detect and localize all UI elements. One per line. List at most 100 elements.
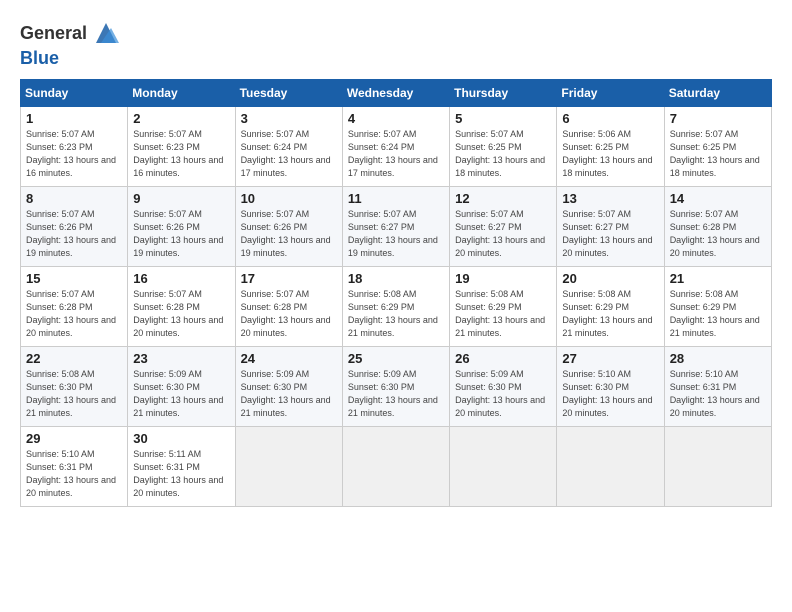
calendar-cell: 4 Sunrise: 5:07 AMSunset: 6:24 PMDaylight…: [342, 107, 449, 187]
cell-info: Sunrise: 5:07 AMSunset: 6:23 PMDaylight:…: [26, 128, 123, 180]
day-number: 18: [348, 271, 445, 286]
day-number: 19: [455, 271, 552, 286]
day-number: 17: [241, 271, 338, 286]
calendar-cell: 29Sunrise: 5:10 AMSunset: 6:31 PMDayligh…: [21, 427, 128, 507]
weekday-header-cell: Monday: [128, 80, 235, 107]
calendar-cell: 8 Sunrise: 5:07 AMSunset: 6:26 PMDaylight…: [21, 187, 128, 267]
calendar-cell: 11 Sunrise: 5:07 AMSunset: 6:27 PMDayligh…: [342, 187, 449, 267]
calendar-cell: 28 Sunrise: 5:10 AMSunset: 6:31 PMDayligh…: [664, 347, 771, 427]
calendar-cell: 17 Sunrise: 5:07 AMSunset: 6:28 PMDayligh…: [235, 267, 342, 347]
cell-info: Sunrise: 5:07 AMSunset: 6:28 PMDaylight:…: [26, 288, 123, 340]
cell-info: Sunrise: 5:09 AMSunset: 6:30 PMDaylight:…: [348, 368, 445, 420]
cell-info: Sunrise: 5:09 AMSunset: 6:30 PMDaylight:…: [455, 368, 552, 420]
calendar-cell: 15 Sunrise: 5:07 AMSunset: 6:28 PMDayligh…: [21, 267, 128, 347]
calendar-cell: 5 Sunrise: 5:07 AMSunset: 6:25 PMDaylight…: [450, 107, 557, 187]
cell-info: Sunrise: 5:07 AMSunset: 6:25 PMDaylight:…: [670, 128, 767, 180]
calendar-cell: 3 Sunrise: 5:07 AMSunset: 6:24 PMDaylight…: [235, 107, 342, 187]
weekday-header-cell: Tuesday: [235, 80, 342, 107]
calendar-cell: 1Sunrise: 5:07 AMSunset: 6:23 PMDaylight…: [21, 107, 128, 187]
cell-info: Sunrise: 5:09 AMSunset: 6:30 PMDaylight:…: [133, 368, 230, 420]
day-number: 24: [241, 351, 338, 366]
cell-info: Sunrise: 5:07 AMSunset: 6:24 PMDaylight:…: [241, 128, 338, 180]
calendar-cell: 18Sunrise: 5:08 AMSunset: 6:29 PMDayligh…: [342, 267, 449, 347]
day-number: 20: [562, 271, 659, 286]
calendar-cell: 14 Sunrise: 5:07 AMSunset: 6:28 PMDayligh…: [664, 187, 771, 267]
calendar-cell: 2Sunrise: 5:07 AMSunset: 6:23 PMDaylight…: [128, 107, 235, 187]
calendar-cell: 13Sunrise: 5:07 AMSunset: 6:27 PMDayligh…: [557, 187, 664, 267]
day-number: 5: [455, 111, 552, 126]
header: General Blue: [20, 18, 772, 69]
logo-icon: [91, 18, 121, 48]
day-number: 25: [348, 351, 445, 366]
page: General Blue SundayMondayTuesdayWednesda…: [0, 0, 792, 517]
calendar-cell: 30 Sunrise: 5:11 AMSunset: 6:31 PMDayligh…: [128, 427, 235, 507]
calendar-cell: 27 Sunrise: 5:10 AMSunset: 6:30 PMDayligh…: [557, 347, 664, 427]
day-number: 3: [241, 111, 338, 126]
weekday-header-cell: Friday: [557, 80, 664, 107]
calendar-cell: 6 Sunrise: 5:06 AMSunset: 6:25 PMDaylight…: [557, 107, 664, 187]
weekday-header-cell: Thursday: [450, 80, 557, 107]
logo-general: General: [20, 23, 87, 44]
cell-info: Sunrise: 5:07 AMSunset: 6:28 PMDaylight:…: [670, 208, 767, 260]
day-number: 15: [26, 271, 123, 286]
weekday-header-row: SundayMondayTuesdayWednesdayThursdayFrid…: [21, 80, 772, 107]
calendar-cell: 7 Sunrise: 5:07 AMSunset: 6:25 PMDaylight…: [664, 107, 771, 187]
cell-info: Sunrise: 5:07 AMSunset: 6:26 PMDaylight:…: [26, 208, 123, 260]
day-number: 21: [670, 271, 767, 286]
day-number: 28: [670, 351, 767, 366]
cell-info: Sunrise: 5:11 AMSunset: 6:31 PMDaylight:…: [133, 448, 230, 500]
weekday-header-cell: Wednesday: [342, 80, 449, 107]
day-number: 16: [133, 271, 230, 286]
day-number: 7: [670, 111, 767, 126]
day-number: 22: [26, 351, 123, 366]
day-number: 14: [670, 191, 767, 206]
cell-info: Sunrise: 5:10 AMSunset: 6:30 PMDaylight:…: [562, 368, 659, 420]
day-number: 8: [26, 191, 123, 206]
calendar-cell: [450, 427, 557, 507]
cell-info: Sunrise: 5:07 AMSunset: 6:25 PMDaylight:…: [455, 128, 552, 180]
day-number: 11: [348, 191, 445, 206]
day-number: 30: [133, 431, 230, 446]
cell-info: Sunrise: 5:07 AMSunset: 6:28 PMDaylight:…: [133, 288, 230, 340]
cell-info: Sunrise: 5:08 AMSunset: 6:29 PMDaylight:…: [455, 288, 552, 340]
calendar-cell: 26Sunrise: 5:09 AMSunset: 6:30 PMDayligh…: [450, 347, 557, 427]
calendar-cell: 21Sunrise: 5:08 AMSunset: 6:29 PMDayligh…: [664, 267, 771, 347]
day-number: 12: [455, 191, 552, 206]
day-number: 10: [241, 191, 338, 206]
calendar-cell: [235, 427, 342, 507]
calendar-cell: 20 Sunrise: 5:08 AMSunset: 6:29 PMDayligh…: [557, 267, 664, 347]
cell-info: Sunrise: 5:07 AMSunset: 6:27 PMDaylight:…: [455, 208, 552, 260]
calendar-cell: [557, 427, 664, 507]
cell-info: Sunrise: 5:10 AMSunset: 6:31 PMDaylight:…: [670, 368, 767, 420]
day-number: 6: [562, 111, 659, 126]
calendar-cell: [664, 427, 771, 507]
logo: General Blue: [20, 18, 121, 69]
cell-info: Sunrise: 5:07 AMSunset: 6:24 PMDaylight:…: [348, 128, 445, 180]
weekday-header-cell: Sunday: [21, 80, 128, 107]
weekday-header-cell: Saturday: [664, 80, 771, 107]
calendar-cell: 10 Sunrise: 5:07 AMSunset: 6:26 PMDayligh…: [235, 187, 342, 267]
cell-info: Sunrise: 5:08 AMSunset: 6:29 PMDaylight:…: [562, 288, 659, 340]
cell-info: Sunrise: 5:09 AMSunset: 6:30 PMDaylight:…: [241, 368, 338, 420]
day-number: 4: [348, 111, 445, 126]
calendar-week-row: 15 Sunrise: 5:07 AMSunset: 6:28 PMDayligh…: [21, 267, 772, 347]
cell-info: Sunrise: 5:07 AMSunset: 6:26 PMDaylight:…: [133, 208, 230, 260]
day-number: 29: [26, 431, 123, 446]
cell-info: Sunrise: 5:06 AMSunset: 6:25 PMDaylight:…: [562, 128, 659, 180]
calendar-cell: [342, 427, 449, 507]
calendar-cell: 24 Sunrise: 5:09 AMSunset: 6:30 PMDayligh…: [235, 347, 342, 427]
calendar-cell: 25 Sunrise: 5:09 AMSunset: 6:30 PMDayligh…: [342, 347, 449, 427]
calendar-week-row: 1Sunrise: 5:07 AMSunset: 6:23 PMDaylight…: [21, 107, 772, 187]
calendar-cell: 9 Sunrise: 5:07 AMSunset: 6:26 PMDaylight…: [128, 187, 235, 267]
calendar-week-row: 22Sunrise: 5:08 AMSunset: 6:30 PMDayligh…: [21, 347, 772, 427]
cell-info: Sunrise: 5:07 AMSunset: 6:27 PMDaylight:…: [348, 208, 445, 260]
cell-info: Sunrise: 5:07 AMSunset: 6:28 PMDaylight:…: [241, 288, 338, 340]
day-number: 27: [562, 351, 659, 366]
calendar-table: SundayMondayTuesdayWednesdayThursdayFrid…: [20, 79, 772, 507]
cell-info: Sunrise: 5:07 AMSunset: 6:26 PMDaylight:…: [241, 208, 338, 260]
calendar-week-row: 8 Sunrise: 5:07 AMSunset: 6:26 PMDaylight…: [21, 187, 772, 267]
calendar-cell: 22Sunrise: 5:08 AMSunset: 6:30 PMDayligh…: [21, 347, 128, 427]
calendar-cell: 16 Sunrise: 5:07 AMSunset: 6:28 PMDayligh…: [128, 267, 235, 347]
day-number: 9: [133, 191, 230, 206]
calendar-cell: 19 Sunrise: 5:08 AMSunset: 6:29 PMDayligh…: [450, 267, 557, 347]
